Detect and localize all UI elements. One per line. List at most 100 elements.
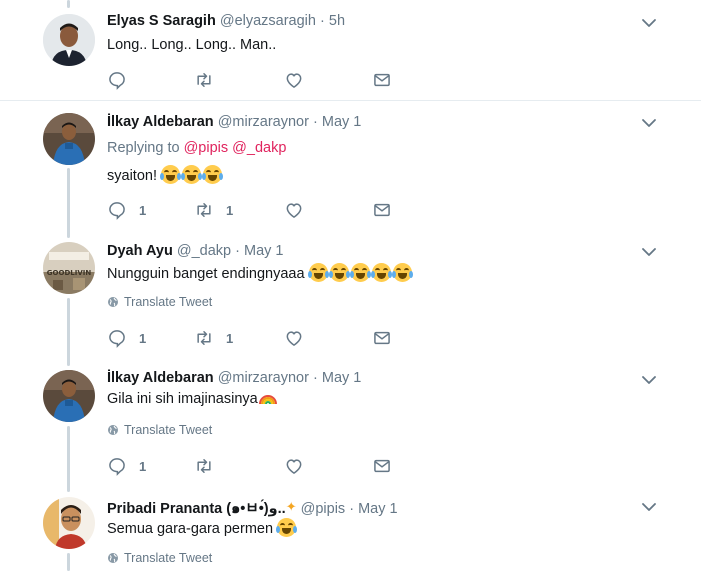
retweet-count: 1 xyxy=(226,202,234,218)
svg-text:GOODLIVIN: GOODLIVIN xyxy=(47,269,92,277)
chevron-down-icon[interactable] xyxy=(640,371,658,389)
tweet[interactable]: Pribadi Prananta (๑•ㅂ•́)و..✦ @pipis · Ma… xyxy=(0,487,701,571)
author-name[interactable]: İlkay Aldebaran xyxy=(107,114,214,130)
author-name[interactable]: Dyah Ayu xyxy=(107,243,173,259)
reply-icon xyxy=(109,458,125,476)
reply-button[interactable]: 1 xyxy=(107,199,146,221)
translate-tweet-link[interactable]: Translate Tweet xyxy=(107,295,212,309)
tears-of-joy-emoji xyxy=(328,263,350,282)
replying-to-label: Replying to xyxy=(107,140,180,156)
tweet[interactable]: İlkay Aldebaran @mirzaraynor · May 1 Gil… xyxy=(0,359,701,487)
retweet-count: 1 xyxy=(226,330,234,346)
reply-count: 1 xyxy=(139,458,147,474)
separator-dot: · xyxy=(312,370,318,386)
reply-icon xyxy=(109,330,125,348)
like-button[interactable] xyxy=(284,199,304,221)
author-name[interactable]: İlkay Aldebaran xyxy=(107,370,214,386)
timestamp[interactable]: May 1 xyxy=(322,370,362,386)
retweet-icon xyxy=(197,331,211,345)
retweet-button[interactable]: 1 xyxy=(194,327,233,349)
replying-to: Replying to @pipis @_dakp xyxy=(107,140,286,156)
globe-icon xyxy=(108,297,118,307)
retweet-button[interactable] xyxy=(194,69,226,91)
retweet-button[interactable]: 1 xyxy=(194,199,233,221)
translate-tweet-link[interactable]: Translate Tweet xyxy=(107,423,212,437)
like-button[interactable] xyxy=(284,69,304,91)
tweet-text: syaiton! xyxy=(107,165,224,184)
translate-label[interactable]: Translate Tweet xyxy=(124,423,212,437)
tweet-text-content: Semua gara-gara permen xyxy=(107,521,274,537)
mention-link[interactable]: @pipis xyxy=(184,140,229,156)
reply-icon xyxy=(109,202,125,220)
tweet-text: Long.. Long.. Long.. Man.. xyxy=(107,37,276,53)
avatar[interactable] xyxy=(43,14,95,66)
retweet-button[interactable] xyxy=(194,455,226,477)
timestamp[interactable]: May 1 xyxy=(322,114,362,130)
tears-of-joy-emoji xyxy=(370,263,392,282)
avatar[interactable] xyxy=(43,113,95,165)
like-button[interactable] xyxy=(284,327,304,349)
chevron-down-icon[interactable] xyxy=(640,114,658,132)
like-icon xyxy=(286,73,302,88)
timestamp[interactable]: May 1 xyxy=(244,243,284,259)
chevron-down-icon[interactable] xyxy=(640,14,658,32)
chevron-down-icon[interactable] xyxy=(640,243,658,261)
direct-message-icon xyxy=(374,203,390,217)
author-handle[interactable]: @elyazsaragih xyxy=(220,13,316,29)
author-handle[interactable]: @mirzaraynor xyxy=(218,370,309,386)
direct-message-button[interactable] xyxy=(372,327,392,349)
direct-message-button[interactable] xyxy=(372,199,392,221)
direct-message-button[interactable] xyxy=(372,455,392,477)
reply-button[interactable]: 1 xyxy=(107,327,146,349)
author-handle[interactable]: @mirzaraynor xyxy=(218,114,309,130)
tweet-text-content: syaiton! xyxy=(107,168,157,184)
translate-label[interactable]: Translate Tweet xyxy=(124,551,212,565)
direct-message-icon xyxy=(374,73,390,87)
tweet-text-content: Long.. Long.. Long.. Man.. xyxy=(107,37,277,53)
tweet-actions xyxy=(107,69,407,91)
globe-icon xyxy=(108,553,118,563)
author-name[interactable]: Elyas S Saragih xyxy=(107,13,216,29)
like-icon xyxy=(286,331,302,346)
author-handle[interactable]: @_dakp xyxy=(177,243,231,259)
tweet-header: Pribadi Prananta (๑•ㅂ•́)و..✦ @pipis · Ma… xyxy=(107,497,398,520)
tweet-text: Nungguin banget endingnyaaa xyxy=(107,263,414,282)
translate-label[interactable]: Translate Tweet xyxy=(124,295,212,309)
avatar[interactable] xyxy=(43,497,95,549)
translate-tweet-link[interactable]: Translate Tweet xyxy=(107,551,212,565)
separator-dot: · xyxy=(235,243,240,259)
tears-of-joy-emoji xyxy=(349,263,371,282)
separator-dot: · xyxy=(320,13,325,29)
direct-message-button[interactable] xyxy=(372,69,392,91)
author-handle[interactable]: @pipis xyxy=(301,501,346,517)
tweet[interactable]: GOODLIVIN Dyah Ayu @_dakp · May 1 Nunggu… xyxy=(0,231,701,359)
like-icon xyxy=(286,203,302,218)
globe-icon xyxy=(108,425,118,435)
like-icon xyxy=(286,459,302,474)
tweet-header: Dyah Ayu @_dakp · May 1 xyxy=(107,243,283,259)
tweet-text-content: Nungguin banget endingnyaaa xyxy=(107,266,305,282)
retweet-icon xyxy=(197,73,211,87)
mention-link[interactable]: @_dakp xyxy=(232,140,286,156)
tears-of-joy-emoji xyxy=(276,518,298,537)
author-name[interactable]: Pribadi Prananta (๑•ㅂ•́)و xyxy=(107,501,278,517)
avatar[interactable] xyxy=(43,370,95,422)
tweet-text: Gila ini sih imajinasinya xyxy=(107,391,278,407)
chevron-down-icon[interactable] xyxy=(640,498,658,516)
tears-of-joy-emoji xyxy=(307,263,329,282)
tweet[interactable]: İlkay Aldebaran @mirzaraynor · May 1 Rep… xyxy=(0,101,701,231)
tweet-actions: 1 xyxy=(107,455,407,477)
avatar[interactable]: GOODLIVIN xyxy=(43,242,95,294)
like-button[interactable] xyxy=(284,455,304,477)
tears-of-joy-emoji xyxy=(202,165,224,184)
timestamp[interactable]: 5h xyxy=(329,13,345,29)
retweet-icon xyxy=(197,459,211,473)
timestamp[interactable]: May 1 xyxy=(358,501,398,517)
tweet-text-content: Gila ini sih imajinasinya xyxy=(107,391,258,407)
sparkle-emoji: ✦ xyxy=(285,499,297,514)
tweet[interactable]: Elyas S Saragih @elyazsaragih · 5h Long.… xyxy=(0,0,701,100)
rainbow-emoji xyxy=(258,395,277,405)
direct-message-icon xyxy=(374,459,390,473)
reply-button[interactable] xyxy=(107,69,139,91)
reply-button[interactable]: 1 xyxy=(107,455,146,477)
